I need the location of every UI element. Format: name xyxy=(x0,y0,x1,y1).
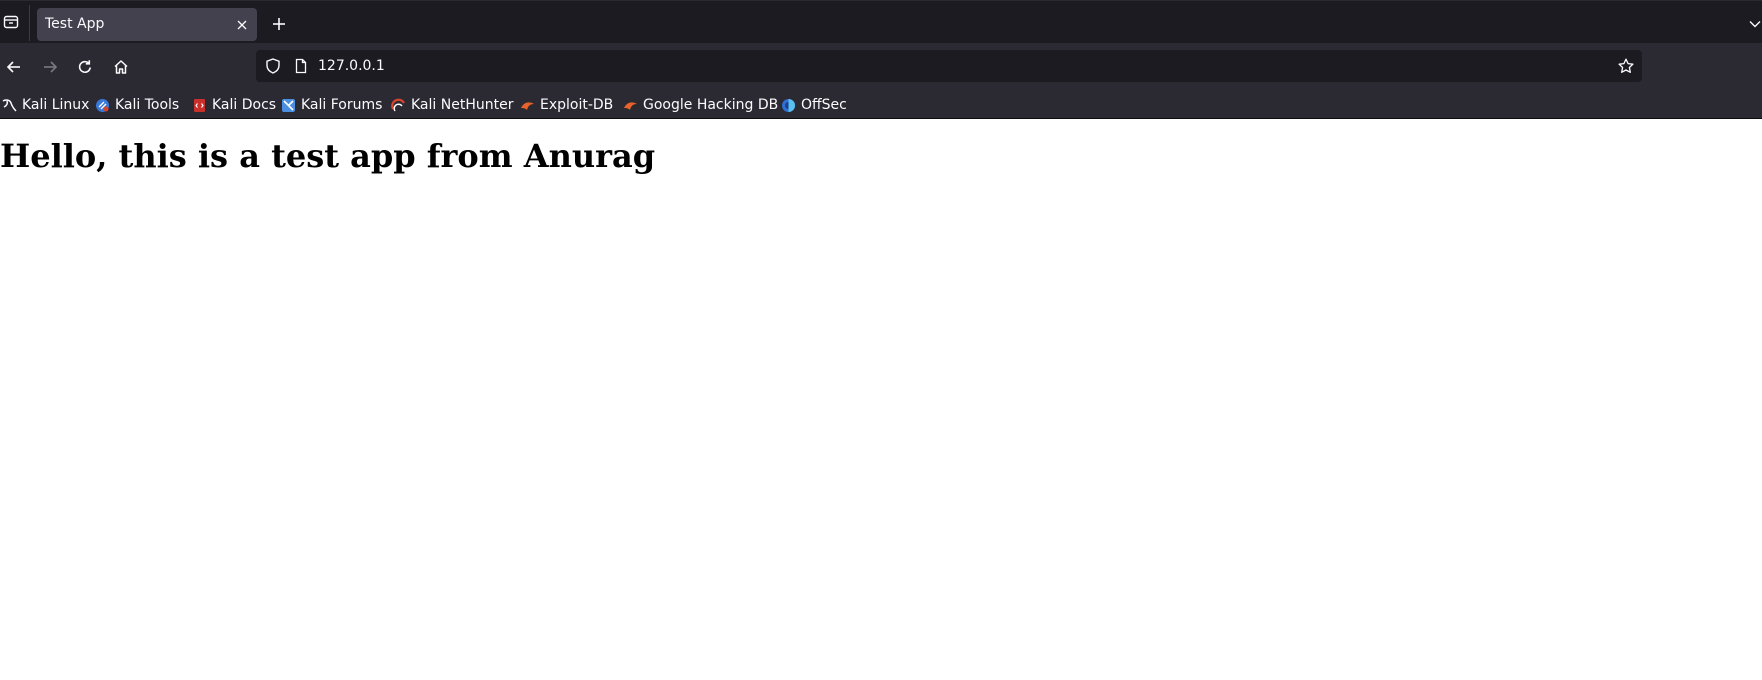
forward-button[interactable] xyxy=(38,55,62,79)
shield-icon xyxy=(266,58,280,74)
site-info-button[interactable] xyxy=(292,57,310,75)
offsec-icon xyxy=(781,98,796,113)
page-icon xyxy=(295,58,307,74)
bookmark-kali-tools[interactable]: Kali Tools xyxy=(95,95,179,115)
kali-docs-icon xyxy=(192,98,207,113)
close-icon xyxy=(237,20,247,30)
url-input[interactable]: 127.0.0.1 xyxy=(318,58,385,75)
bookmark-label: Exploit-DB xyxy=(540,97,614,113)
reload-icon xyxy=(78,60,91,74)
bookmark-label: Kali Tools xyxy=(115,97,180,113)
bookmark-label: Kali Forums xyxy=(301,97,383,113)
tracking-protection-button[interactable] xyxy=(264,57,282,75)
bookmark-label: Kali Linux xyxy=(22,97,90,113)
bookmark-offsec[interactable]: OffSec xyxy=(781,95,847,115)
home-button[interactable] xyxy=(109,55,133,79)
bookmark-kali-linux[interactable]: Kali Linux xyxy=(2,95,89,115)
ghdb-icon xyxy=(623,98,638,113)
browser-window: Test App 127.0.0.1 Kali Linux Kali Tools… xyxy=(0,0,1762,680)
tab-close-button[interactable] xyxy=(233,16,251,34)
firefox-view-button[interactable] xyxy=(0,10,22,34)
bookmark-label: Kali NetHunter xyxy=(411,97,514,113)
tab-active[interactable]: Test App xyxy=(37,8,257,41)
bookmark-exploit-db[interactable]: Exploit-DB xyxy=(520,95,613,115)
back-button[interactable] xyxy=(2,55,26,79)
bookmark-label: Google Hacking DB xyxy=(643,97,779,113)
bookmark-label: Kali Docs xyxy=(212,97,277,113)
star-icon xyxy=(1618,58,1634,73)
firefox-view-icon xyxy=(3,15,19,29)
navigation-toolbar: 127.0.0.1 xyxy=(0,43,1762,92)
reload-button[interactable] xyxy=(73,55,97,79)
kali-dragon-icon xyxy=(2,98,17,113)
bookmark-page-button[interactable] xyxy=(1616,56,1636,76)
page-content: Hello, this is a test app from Anurag xyxy=(0,119,1762,680)
tab-title: Test App xyxy=(45,16,105,32)
bookmark-kali-nethunter[interactable]: Kali NetHunter xyxy=(391,95,513,115)
tab-strip: Test App xyxy=(0,0,1762,43)
address-bar[interactable]: 127.0.0.1 xyxy=(256,50,1642,82)
exploit-db-icon xyxy=(520,98,535,113)
page-heading: Hello, this is a test app from Anurag xyxy=(0,137,656,175)
new-tab-button[interactable] xyxy=(268,13,290,35)
forward-arrow-icon xyxy=(44,61,58,73)
home-icon xyxy=(114,60,128,74)
plus-icon xyxy=(273,18,285,30)
tab-strip-divider xyxy=(29,5,30,41)
back-arrow-icon xyxy=(6,61,20,73)
kali-forums-icon xyxy=(281,98,296,113)
bookmark-label: OffSec xyxy=(801,97,847,113)
chevron-down-icon xyxy=(1749,21,1761,28)
bookmark-google-hacking-db[interactable]: Google Hacking DB xyxy=(623,95,778,115)
bookmark-kali-docs[interactable]: Kali Docs xyxy=(192,95,276,115)
kali-tools-icon xyxy=(95,98,110,113)
bookmark-kali-forums[interactable]: Kali Forums xyxy=(281,95,382,115)
bookmarks-toolbar: Kali Linux Kali Tools Kali Docs Kali For… xyxy=(0,92,1762,119)
kali-nethunter-icon xyxy=(391,98,406,113)
list-all-tabs-button[interactable] xyxy=(1748,14,1762,34)
